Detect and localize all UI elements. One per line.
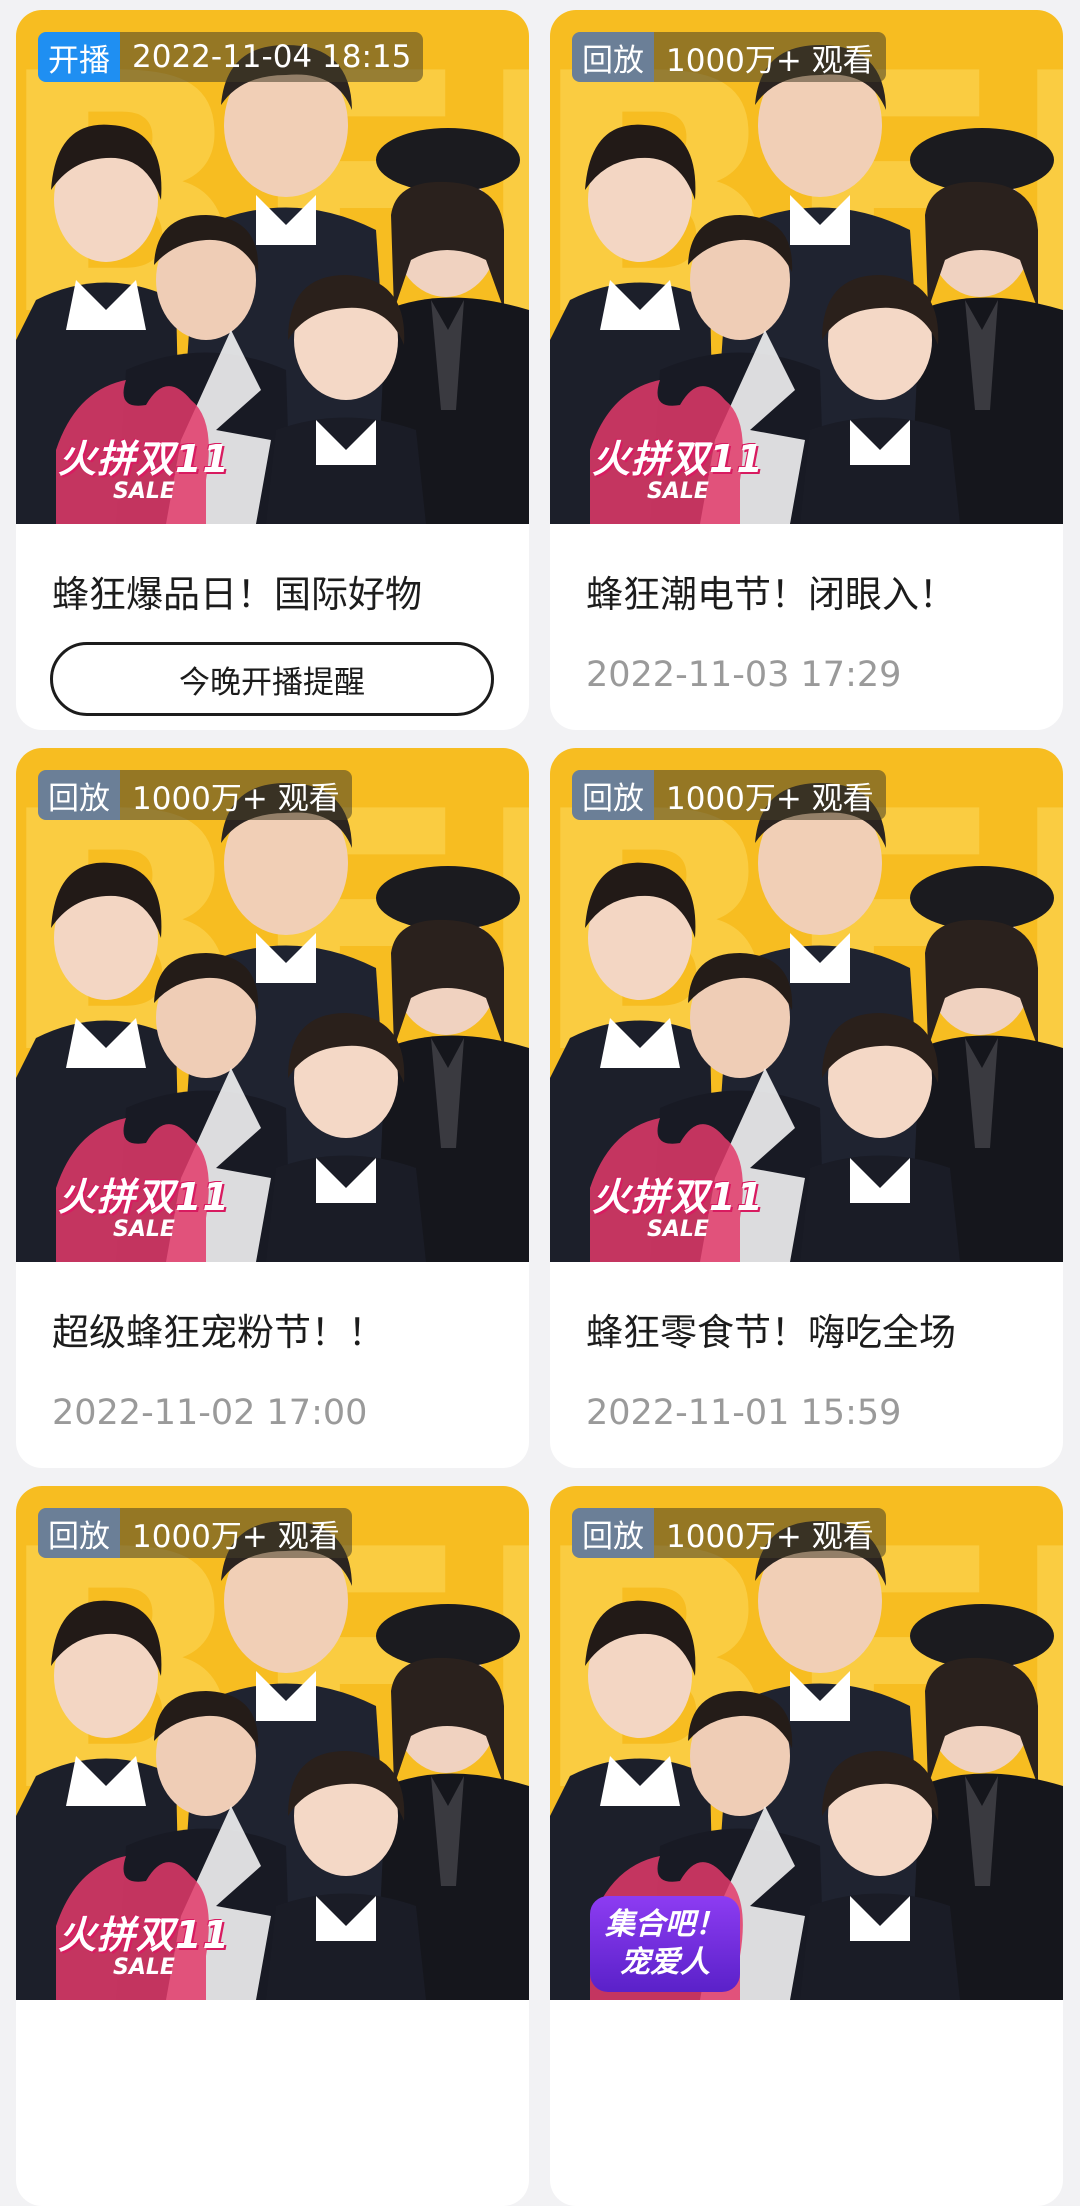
- replay-thumbnail[interactable]: 回放 1000万+ 观看 火拼双11 SALE: [550, 10, 1063, 524]
- live-thumbnail[interactable]: 开播 2022-11-04 18:15 火拼双11 SALE: [16, 10, 529, 524]
- replay-card[interactable]: 回放 1000万+ 观看 火拼双11 SALE 蜂狂潮电节！闭眼入！ 2022-…: [550, 10, 1063, 730]
- live-card[interactable]: 开播 2022-11-04 18:15 火拼双11 SALE 蜂狂爆品日！国际好…: [16, 10, 529, 730]
- promo-main-text: 火拼双11: [58, 437, 230, 481]
- status-label: 回放: [572, 32, 654, 82]
- status-label: 回放: [572, 1508, 654, 1558]
- replay-thumbnail[interactable]: 回放 1000万+ 观看 集合吧！ 宠爱人: [550, 1486, 1063, 2000]
- view-count: 1000万+ 观看: [120, 1508, 352, 1558]
- card-title: 蜂狂零食节！嗨吃全场: [586, 1311, 956, 1354]
- promo-tag: 集合吧！ 宠爱人: [590, 1896, 740, 1992]
- status-label: 回放: [572, 770, 654, 820]
- replay-thumbnail[interactable]: 回放 1000万+ 观看 火拼双11 SALE: [550, 748, 1063, 1262]
- view-count: 1000万+ 观看: [654, 1508, 886, 1558]
- card-title: 蜂狂爆品日！国际好物: [52, 573, 422, 616]
- promo-tag: 火拼双11 SALE: [588, 428, 768, 504]
- replay-card[interactable]: 回放 1000万+ 观看 火拼双11 SALE 蜂狂零食节！嗨吃全场 2022-…: [550, 748, 1063, 1468]
- view-count: 1000万+ 观看: [120, 770, 352, 820]
- replay-card[interactable]: 回放 1000万+ 观看 火拼双11 SALE: [16, 1486, 529, 2206]
- status-badge: 回放 1000万+ 观看: [38, 1508, 352, 1558]
- promo-main-text: 火拼双11: [58, 1175, 230, 1219]
- view-count: 1000万+ 观看: [654, 770, 886, 820]
- live-replay-grid: 开播 2022-11-04 18:15 火拼双11 SALE 蜂狂爆品日！国际好…: [0, 0, 1080, 2206]
- promo-line2: 宠爱人: [620, 1945, 710, 1980]
- card-time: 2022-11-03 17:29: [586, 655, 902, 695]
- promo-tag: 火拼双11 SALE: [54, 1166, 234, 1242]
- status-badge: 回放 1000万+ 观看: [38, 770, 352, 820]
- view-count: 1000万+ 观看: [654, 32, 886, 82]
- status-label: 回放: [38, 770, 120, 820]
- status-badge: 回放 1000万+ 观看: [572, 32, 886, 82]
- promo-tag: 火拼双11 SALE: [54, 428, 234, 504]
- card-time: 2022-11-02 17:00: [52, 1393, 368, 1433]
- promo-tag: 火拼双11 SALE: [54, 1904, 234, 1980]
- replay-card[interactable]: 回放 1000万+ 观看 集合吧！ 宠爱人: [550, 1486, 1063, 2206]
- card-title: 蜂狂潮电节！闭眼入！: [586, 573, 956, 616]
- promo-tag: 火拼双11 SALE: [588, 1166, 768, 1242]
- card-title: 超级蜂狂宠粉节！！: [52, 1311, 385, 1354]
- replay-thumbnail[interactable]: 回放 1000万+ 观看 火拼双11 SALE: [16, 748, 529, 1262]
- promo-main-text: 火拼双11: [592, 1175, 764, 1219]
- remind-button[interactable]: 今晚开播提醒: [50, 642, 494, 716]
- promo-line1: 集合吧！: [605, 1907, 725, 1942]
- status-badge: 回放 1000万+ 观看: [572, 1508, 886, 1558]
- status-label: 开播: [38, 32, 120, 82]
- replay-thumbnail[interactable]: 回放 1000万+ 观看 火拼双11 SALE: [16, 1486, 529, 2000]
- promo-main-text: 火拼双11: [592, 437, 764, 481]
- status-badge: 开播 2022-11-04 18:15: [38, 32, 424, 82]
- replay-card[interactable]: 回放 1000万+ 观看 火拼双11 SALE 超级蜂狂宠粉节！！ 2022-1…: [16, 748, 529, 1468]
- card-time: 2022-11-01 15:59: [586, 1393, 902, 1433]
- promo-main-text: 火拼双11: [58, 1913, 230, 1957]
- schedule-time: 2022-11-04 18:15: [120, 32, 424, 82]
- status-label: 回放: [38, 1508, 120, 1558]
- status-badge: 回放 1000万+ 观看: [572, 770, 886, 820]
